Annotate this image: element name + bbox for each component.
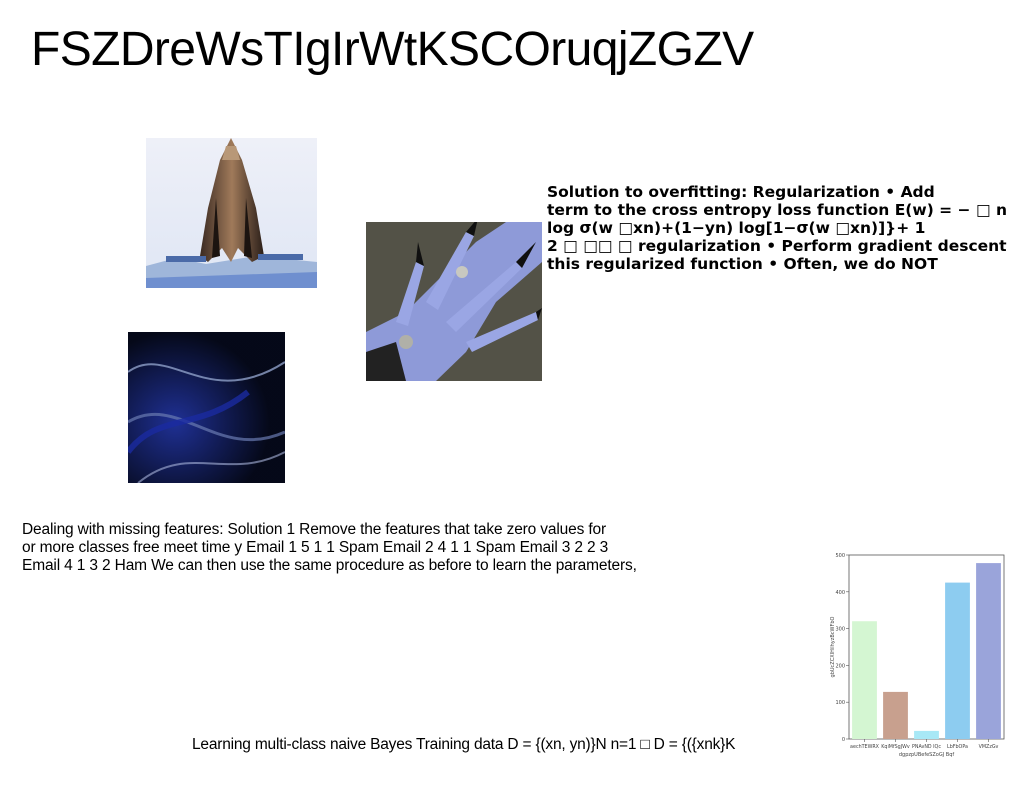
x-tick-label: aechTEWRX — [850, 744, 880, 750]
text-line: this regularized function • Often, we do… — [547, 255, 938, 273]
x-tick-label: PNAvND IQc — [912, 744, 941, 750]
text-line: log σ(w □xn)+(1−yn) log[1−σ(w □xn)]}+ 1 — [547, 219, 926, 237]
x-axis-label: dgpzpUBefeSZoGJ Bqf — [899, 752, 955, 758]
blue-hand-photo — [366, 222, 542, 381]
text-line: term to the cross entropy loss function … — [547, 201, 1008, 219]
y-axis-label: gbUcZCXIHilhyzBcWFbO — [830, 616, 836, 677]
bar — [914, 730, 939, 739]
y-tick-label: 500 — [835, 553, 845, 559]
naive-bayes-text: Learning multi-class naive Bayes Trainin… — [192, 736, 736, 753]
abstract-wave-image — [128, 332, 285, 483]
bar — [883, 691, 908, 739]
bar — [976, 563, 1001, 739]
x-tick-label: LbFbOPa — [947, 744, 968, 750]
y-tick-label: 200 — [835, 663, 845, 669]
y-tick-label: 400 — [835, 590, 845, 596]
bar-chart: 0 100 200 300 400 500 aechTEWRX KqiMfSgJWv PNAvN… — [826, 548, 1008, 762]
missing-features-text-block: Dealing with missing features: Solution … — [22, 521, 637, 575]
text-line: Dealing with missing features: Solution … — [22, 521, 607, 538]
bar — [852, 621, 877, 739]
text-line: Solution to overfitting: Regularization … — [547, 183, 935, 201]
tower-sculpture-photo — [146, 138, 317, 288]
page-title: FSZDreWsTIgIrWtKSCOruqjZGZV — [31, 23, 754, 76]
y-tick-label: 0 — [842, 737, 845, 743]
y-tick-label: 300 — [835, 627, 845, 633]
text-line: Email 4 1 3 2 Ham We can then use the sa… — [22, 557, 637, 574]
bar — [945, 582, 970, 739]
bar-chart-svg: 0 100 200 300 400 500 aechTEWRX KqiMfSgJWv PNAvN… — [830, 553, 1005, 758]
x-tick-label: VMZzGv — [979, 744, 999, 750]
text-line: 2 □ □□ □ regularization • Perform gradie… — [547, 237, 1007, 255]
text-line: or more classes free meet time y Email 1… — [22, 539, 609, 556]
x-tick-label: KqiMfSgJWv — [881, 744, 910, 750]
y-tick-label: 100 — [835, 700, 845, 706]
regularization-text-block: Solution to overfitting: Regularization … — [547, 183, 1024, 273]
